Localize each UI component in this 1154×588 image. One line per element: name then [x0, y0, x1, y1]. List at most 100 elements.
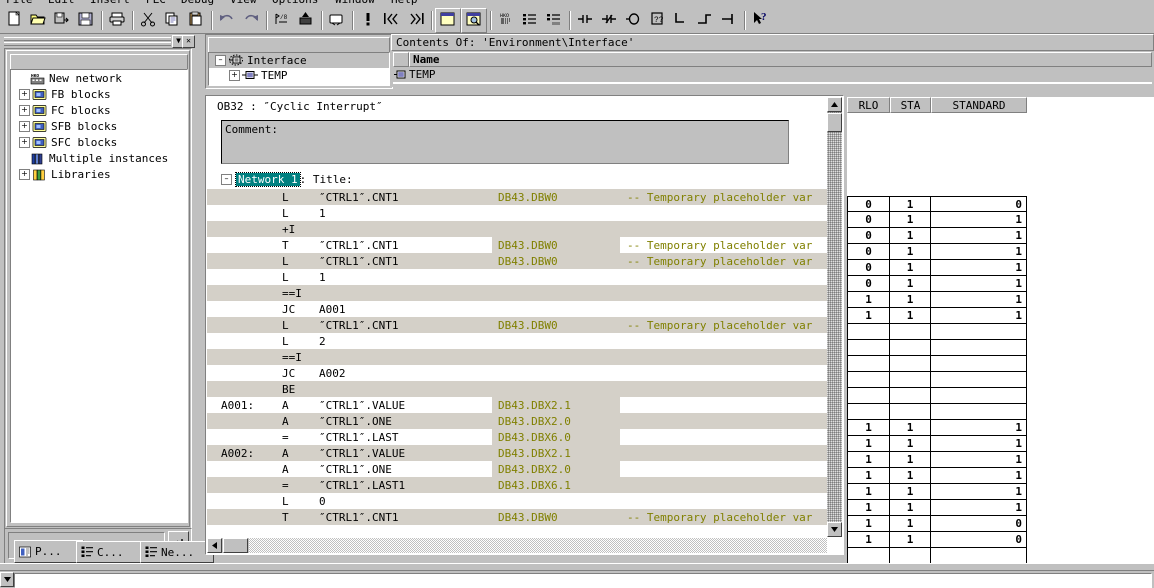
stl-line[interactable]: L1 [207, 269, 827, 285]
next-error-button[interactable] [404, 9, 428, 32]
contents-col-name[interactable]: Name [409, 52, 1152, 67]
branch-end-button[interactable] [717, 9, 741, 32]
menu-bar[interactable]: File Edit Insert PLC Debug View Options Window H… [0, 0, 1154, 7]
menu-item-debug[interactable]: Debug [181, 0, 214, 6]
expand-icon[interactable]: + [229, 70, 240, 81]
menu-item-insert[interactable]: Insert [90, 0, 130, 6]
editor-vertical-scrollbar[interactable] [827, 97, 842, 537]
save-button[interactable] [74, 9, 98, 32]
warning-button[interactable] [356, 9, 380, 32]
branch-close-button[interactable] [693, 9, 717, 32]
symbol-info-button[interactable]: HKO [494, 9, 518, 32]
branch-open-button[interactable] [669, 9, 693, 32]
program-elements-tree[interactable]: HKO New network + FB blocks + FC blocks + SFB b… [10, 69, 188, 523]
collapse-icon[interactable]: – [215, 55, 226, 66]
contact-nc-button[interactable] [597, 9, 621, 32]
symbol-table-button[interactable] [518, 9, 542, 32]
redo-button[interactable] [239, 9, 263, 32]
expand-icon[interactable]: + [19, 104, 30, 116]
stl-line[interactable]: T ″CTRL1″.CNT1 DB43.DBW0 -- Temporary place… [207, 237, 827, 253]
undo-button[interactable] [215, 9, 239, 32]
prev-error-button[interactable] [380, 9, 404, 32]
menu-item-window[interactable]: Window [335, 0, 375, 6]
stl-line[interactable]: = ″CTRL1″.LAST1 DB43.DBX6.1 [207, 477, 827, 493]
tab-nesting[interactable]: Ne... [140, 541, 214, 563]
stl-line[interactable]: A002: A ″CTRL1″.VALUE DB43.DBX2.1 [207, 445, 827, 461]
empty-box-button[interactable]: ?? [645, 9, 669, 32]
tree-item-new-network[interactable]: HKO New network [11, 70, 187, 86]
monitor-button[interactable] [325, 9, 349, 32]
scroll-up-icon[interactable] [827, 97, 842, 112]
stl-line[interactable]: L1 [207, 205, 827, 221]
tree-item-sfb-blocks[interactable]: + SFB blocks [11, 118, 187, 134]
tree-item-sfc-blocks[interactable]: + SFC blocks [11, 134, 187, 150]
menu-item-file[interactable]: File [6, 0, 33, 6]
status-col-rlo[interactable]: RLO [847, 97, 890, 113]
stl-line[interactable]: = ″CTRL1″.LAST DB43.DBX6.0 [207, 429, 827, 445]
network-title-selected[interactable]: Network 1 [235, 171, 301, 187]
context-help-button[interactable]: ? [748, 9, 772, 32]
menu-item-help[interactable]: Help [391, 0, 418, 6]
expand-icon[interactable]: + [19, 120, 30, 132]
coil-button[interactable] [621, 9, 645, 32]
new-file-button[interactable] [2, 9, 26, 32]
download-button[interactable]: /8 [270, 9, 294, 32]
hscroll-thumb[interactable] [223, 538, 248, 553]
contact-no-button[interactable] [573, 9, 597, 32]
status-col-sta[interactable]: STA [890, 97, 931, 113]
network-header[interactable]: – Network 1 : Title: [221, 171, 827, 187]
cut-button[interactable] [136, 9, 160, 32]
scroll-left-icon[interactable] [207, 538, 222, 553]
expand-icon[interactable]: + [19, 168, 30, 180]
detail-close-icon[interactable] [0, 572, 14, 587]
stl-line[interactable]: ==I [207, 285, 827, 301]
overview-on-button[interactable] [435, 8, 461, 33]
stl-line[interactable]: T ″CTRL1″.CNT1 DB43.DBW0 -- Temporary place… [207, 509, 827, 525]
expand-icon[interactable]: + [19, 88, 30, 100]
tree-item-fc-blocks[interactable]: + FC blocks [11, 102, 187, 118]
menu-item-options[interactable]: Options [272, 0, 318, 6]
interface-tree[interactable]: – Interface + TEMP [208, 52, 390, 86]
copy-button[interactable] [160, 9, 184, 32]
open-file-button[interactable] [26, 9, 50, 32]
contents-col-icon[interactable] [393, 52, 409, 67]
panel-tab-bar[interactable]: P... C... Ne... [4, 540, 214, 563]
stl-line[interactable]: L2 [207, 333, 827, 349]
stl-line[interactable]: L ″CTRL1″.CNT1 DB43.DBW0 -- Temporary place… [207, 317, 827, 333]
interface-temp-node[interactable]: + TEMP [209, 68, 389, 83]
stl-line[interactable]: JC A002 [207, 365, 827, 381]
editor-horizontal-scrollbar[interactable] [207, 538, 827, 553]
interface-root-node[interactable]: – Interface [209, 53, 389, 68]
network-collapse-icon[interactable]: – [221, 173, 232, 185]
stl-line[interactable]: ==I [207, 349, 827, 365]
status-col-standard[interactable]: STANDARD [931, 97, 1027, 113]
stl-line[interactable]: L ″CTRL1″.CNT1 DB43.DBW0 -- Temporary place… [207, 253, 827, 269]
stl-line[interactable]: BE [207, 381, 827, 397]
expand-icon[interactable]: + [19, 136, 30, 148]
tree-item-libraries[interactable]: + Libraries [11, 166, 187, 182]
tab-program-elements[interactable]: P... [14, 540, 84, 563]
save-as-button[interactable] [50, 9, 74, 32]
menu-item-plc[interactable]: PLC [146, 0, 166, 6]
stl-statement-list[interactable]: L ″CTRL1″.CNT1 DB43.DBW0 -- Temporary place… [207, 189, 827, 525]
symbol-select-button[interactable] [542, 9, 566, 32]
stl-line[interactable]: +I [207, 221, 827, 237]
panel-close-button[interactable]: ✕ [182, 35, 195, 48]
print-button[interactable] [105, 9, 129, 32]
menu-item-edit[interactable]: Edit [48, 0, 75, 6]
tree-item-fb-blocks[interactable]: + FB blocks [11, 86, 187, 102]
menu-item-view[interactable]: View [230, 0, 257, 6]
contents-column-headers[interactable]: Name [393, 52, 1152, 67]
upload-button[interactable] [294, 9, 318, 32]
stl-line[interactable]: A001: A ″CTRL1″.VALUE DB43.DBX2.1 [207, 397, 827, 413]
scroll-down-icon[interactable] [827, 522, 842, 537]
block-comment-box[interactable]: Comment: [221, 120, 789, 164]
stl-line[interactable]: L0 [207, 493, 827, 509]
paste-button[interactable] [184, 9, 208, 32]
stl-line[interactable]: A ″CTRL1″.ONE DB43.DBX2.0 [207, 413, 827, 429]
scroll-thumb[interactable] [827, 113, 842, 132]
tab-call-structure[interactable]: C... [76, 541, 148, 563]
details-on-button[interactable] [461, 8, 487, 33]
stl-code-editor[interactable]: OB32 : ″Cyclic Interrupt″ Comment: – Net… [205, 95, 844, 555]
editor-content[interactable]: OB32 : ″Cyclic Interrupt″ Comment: – Net… [207, 97, 827, 537]
